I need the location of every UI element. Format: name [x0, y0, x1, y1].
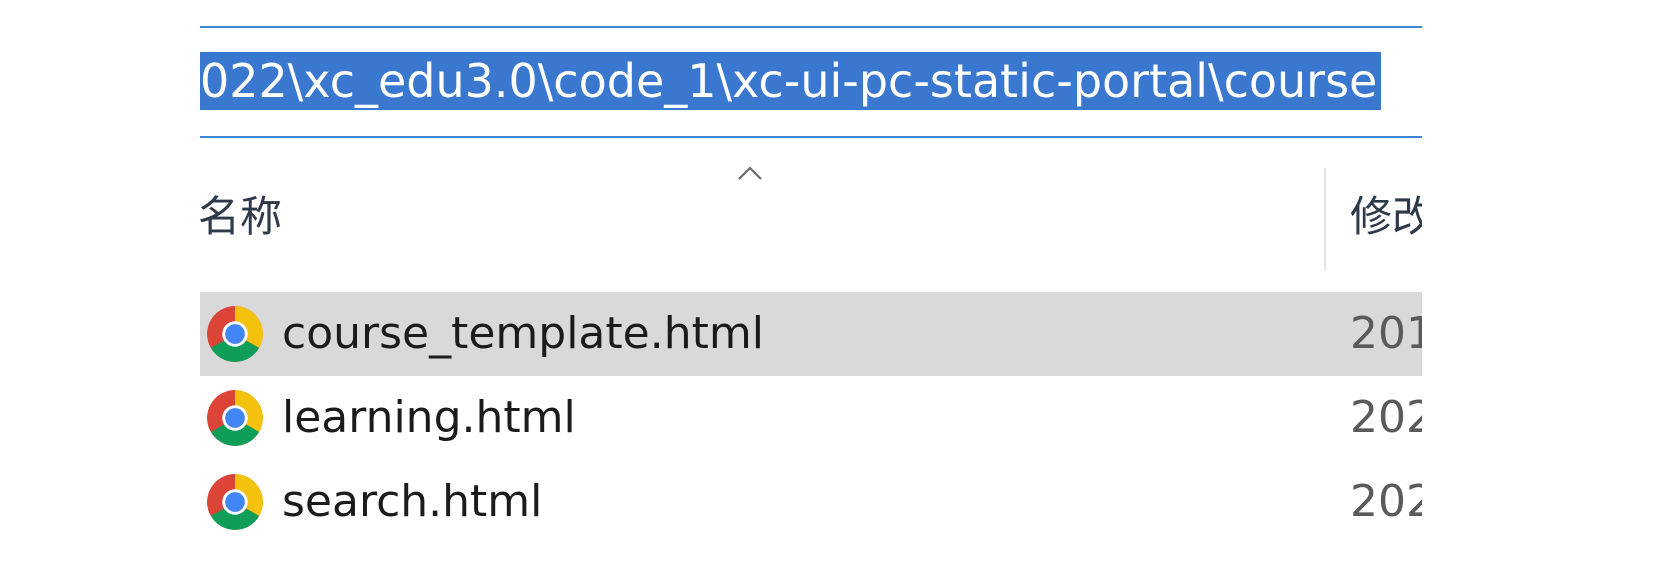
file-row[interactable]: course_template.html 201	[200, 292, 1422, 376]
file-explorer-view: 022\xc_edu3.0\code_1\xc-ui-pc-static-por…	[200, 0, 1422, 572]
file-name: learning.html	[282, 392, 576, 443]
file-modified: 202	[1350, 476, 1422, 527]
file-row[interactable]: search.html 202	[200, 460, 1422, 544]
column-divider[interactable]	[1324, 168, 1326, 270]
chrome-icon	[207, 474, 263, 530]
chevron-up-icon	[738, 166, 762, 180]
column-header-modified[interactable]: 修改	[1350, 192, 1422, 242]
chrome-icon	[207, 306, 263, 362]
address-bar[interactable]: 022\xc_edu3.0\code_1\xc-ui-pc-static-por…	[200, 26, 1422, 138]
file-name: course_template.html	[282, 308, 764, 359]
file-modified: 202	[1350, 392, 1422, 443]
column-header-name[interactable]: 名称	[200, 192, 282, 242]
file-modified: 201	[1350, 308, 1422, 359]
address-input-text[interactable]: 022\xc_edu3.0\code_1\xc-ui-pc-static-por…	[200, 52, 1382, 110]
file-list: course_template.html 201 learning.html 2…	[200, 292, 1422, 544]
chrome-icon	[207, 390, 263, 446]
file-name: search.html	[282, 476, 543, 527]
file-row[interactable]: learning.html 202	[200, 376, 1422, 460]
